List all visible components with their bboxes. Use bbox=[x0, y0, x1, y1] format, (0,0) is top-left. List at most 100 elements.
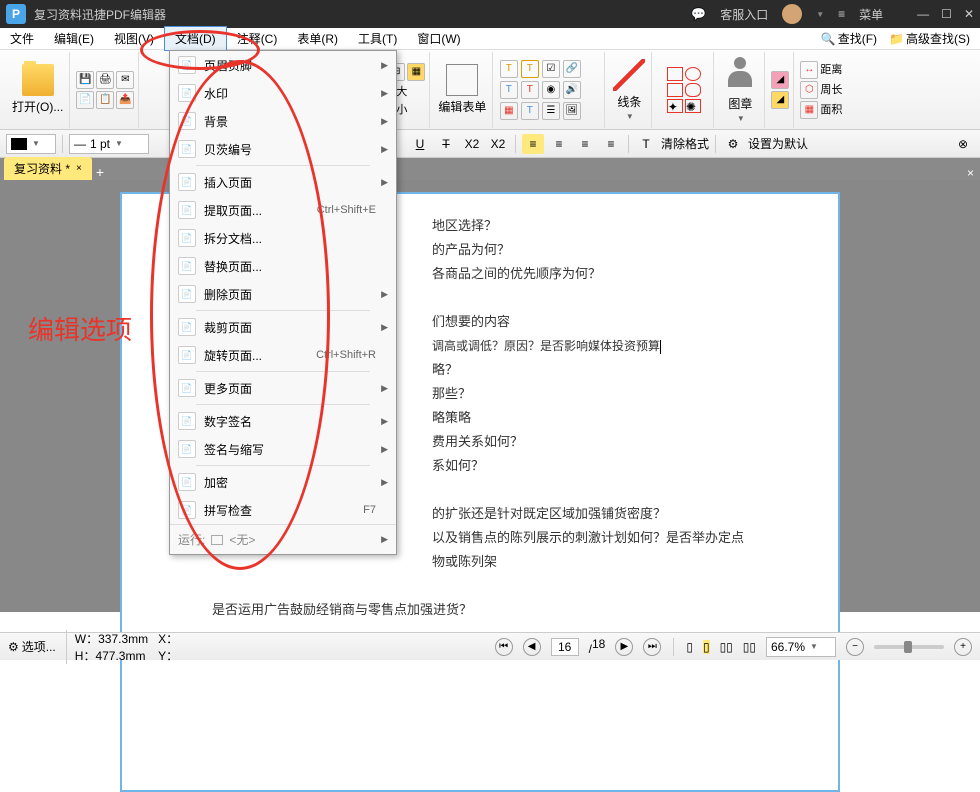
tab-add-button[interactable]: + bbox=[96, 164, 104, 180]
close-button[interactable]: ✕ bbox=[964, 7, 974, 21]
menu-window[interactable]: 窗口(W) bbox=[407, 27, 470, 50]
dropdown-item[interactable]: 📄水印▶ bbox=[170, 79, 396, 107]
underline-button[interactable]: U bbox=[409, 134, 431, 154]
menu-tool[interactable]: 工具(T) bbox=[348, 27, 407, 50]
line-tool[interactable]: 线条▼ bbox=[611, 57, 647, 123]
combo-icon[interactable]: ▦ bbox=[500, 102, 518, 120]
maximize-button[interactable]: ☐ bbox=[941, 7, 952, 21]
dropdown-item[interactable]: 📄插入页面▶ bbox=[170, 168, 396, 196]
list-icon[interactable]: ☰ bbox=[542, 102, 560, 120]
menu-file[interactable]: 文件 bbox=[0, 27, 44, 50]
cloud-icon[interactable] bbox=[685, 83, 701, 97]
find-button[interactable]: 🔍查找(F) bbox=[817, 28, 881, 49]
prev-page-button[interactable]: ◀ bbox=[523, 638, 541, 656]
menu-annotation[interactable]: 注释(C) bbox=[227, 27, 288, 50]
text4-icon[interactable]: T bbox=[521, 102, 539, 120]
eraser-icon[interactable]: ◢ bbox=[771, 71, 789, 89]
tabs-close-all[interactable]: × bbox=[967, 166, 974, 180]
view-facing-cont[interactable]: ▯▯ bbox=[743, 640, 756, 654]
menu-view[interactable]: 视图(V) bbox=[104, 27, 164, 50]
dropdown-run-row[interactable]: 运行: <无> ▶ bbox=[170, 524, 396, 554]
zoom-selector[interactable]: 66.7%▼ bbox=[766, 637, 836, 657]
checkbox-icon[interactable]: ☑ bbox=[542, 60, 560, 78]
main-menu-label[interactable]: 菜单 bbox=[859, 6, 883, 23]
align-right-button[interactable]: ≡ bbox=[574, 134, 596, 154]
dropdown-item[interactable]: 📄页眉页脚▶ bbox=[170, 51, 396, 79]
color-selector[interactable]: ▼ bbox=[6, 134, 56, 154]
page-input[interactable] bbox=[551, 638, 579, 656]
options-button[interactable]: ⚙选项... bbox=[8, 638, 56, 655]
view-facing[interactable]: ▯▯ bbox=[720, 640, 733, 654]
superscript-button[interactable]: X2 bbox=[487, 134, 509, 154]
area-icon[interactable]: ▦ bbox=[800, 101, 818, 119]
save-icon[interactable]: 💾 bbox=[76, 71, 94, 89]
menu-document[interactable]: 文档(D) bbox=[164, 26, 227, 51]
dropdown-item[interactable]: 📄裁剪页面▶ bbox=[170, 313, 396, 341]
clear-format-icon[interactable]: T bbox=[635, 134, 657, 154]
menu-edit[interactable]: 编辑(E) bbox=[44, 27, 104, 50]
dropdown-item[interactable]: 📄删除页面▶ bbox=[170, 280, 396, 308]
align-justify-button[interactable]: ≡ bbox=[600, 134, 622, 154]
dropdown-item[interactable]: 📄贝茨编号▶ bbox=[170, 135, 396, 163]
new-icon[interactable]: 📋 bbox=[96, 91, 114, 109]
editform-button[interactable]: 编辑表单 bbox=[436, 62, 488, 117]
zoom-slider[interactable] bbox=[874, 645, 944, 649]
mail-icon[interactable]: ✉ bbox=[116, 71, 134, 89]
next-page-button[interactable]: ▶ bbox=[615, 638, 633, 656]
link-icon[interactable]: 🔗 bbox=[563, 60, 581, 78]
highlight-icon[interactable]: ◢ bbox=[771, 91, 789, 109]
strike-button[interactable]: T bbox=[435, 134, 457, 154]
sound-icon[interactable]: 🔊 bbox=[563, 81, 581, 99]
dropdown-item[interactable]: 📄拼写检查F7 bbox=[170, 496, 396, 524]
align-center-button[interactable]: ≡ bbox=[548, 134, 570, 154]
view-single[interactable]: ▯ bbox=[686, 640, 693, 654]
tab-active[interactable]: 复习资料 * × bbox=[4, 157, 92, 180]
scan-icon[interactable]: 📄 bbox=[76, 91, 94, 109]
view-continuous[interactable]: ▯ bbox=[703, 640, 710, 654]
star-icon[interactable]: ✦ bbox=[667, 99, 683, 113]
lineweight-selector[interactable]: —1 pt▼ bbox=[69, 134, 149, 154]
clear-format-label[interactable]: 清除格式 bbox=[661, 135, 709, 152]
set-default-label[interactable]: 设置为默认 bbox=[748, 135, 808, 152]
dropdown-item[interactable]: 📄替换页面... bbox=[170, 252, 396, 280]
tab-close-icon[interactable]: × bbox=[76, 163, 82, 174]
minimize-button[interactable]: — bbox=[917, 7, 929, 21]
dropdown-item[interactable]: 📄旋转页面...Ctrl+Shift+R bbox=[170, 341, 396, 369]
dropdown-item[interactable]: 📄加密▶ bbox=[170, 468, 396, 496]
text3-icon[interactable]: T bbox=[521, 81, 539, 99]
rect-icon[interactable] bbox=[667, 67, 683, 81]
menu-form[interactable]: 表单(R) bbox=[287, 27, 348, 50]
dropdown-item[interactable]: 📄数字签名▶ bbox=[170, 407, 396, 435]
open-button[interactable]: 打开(O)... bbox=[10, 62, 65, 117]
main-menu-icon[interactable]: ≡ bbox=[838, 7, 845, 21]
oval-icon[interactable] bbox=[685, 67, 701, 81]
perimeter-icon[interactable]: ⬡ bbox=[800, 81, 818, 99]
distance-icon[interactable]: ↔ bbox=[800, 61, 818, 79]
zoom-out-button[interactable]: − bbox=[846, 638, 864, 656]
text-icon[interactable]: T bbox=[521, 60, 539, 78]
textbox-icon[interactable]: T bbox=[500, 60, 518, 78]
avatar[interactable] bbox=[782, 4, 802, 24]
polygon-icon[interactable] bbox=[667, 83, 683, 97]
advanced-find-button[interactable]: 📁高级查找(S) bbox=[885, 28, 974, 49]
toolbar-close[interactable]: ⊗ bbox=[952, 134, 974, 154]
subscript-button[interactable]: X2 bbox=[461, 134, 483, 154]
radio-icon[interactable]: ◉ bbox=[542, 81, 560, 99]
select-icon[interactable]: ▦ bbox=[407, 63, 425, 81]
dropdown-item[interactable]: 📄签名与缩写▶ bbox=[170, 435, 396, 463]
stamp-tool[interactable]: 图章▼ bbox=[720, 55, 760, 125]
align-left-button[interactable]: ≡ bbox=[522, 134, 544, 154]
text2-icon[interactable]: T bbox=[500, 81, 518, 99]
first-page-button[interactable]: ⏮ bbox=[495, 638, 513, 656]
dropdown-item[interactable]: 📄提取页面...Ctrl+Shift+E bbox=[170, 196, 396, 224]
last-page-button[interactable]: ⏭ bbox=[643, 638, 661, 656]
chat-icon[interactable]: 💬 bbox=[691, 7, 706, 21]
export-icon[interactable]: 📤 bbox=[116, 91, 134, 109]
print-icon[interactable]: 🖨 bbox=[96, 71, 114, 89]
burst-icon[interactable]: ✺ bbox=[685, 99, 701, 113]
set-default-icon[interactable]: ⚙ bbox=[722, 134, 744, 154]
dropdown-item[interactable]: 📄背景▶ bbox=[170, 107, 396, 135]
dropdown-item[interactable]: 📄更多页面▶ bbox=[170, 374, 396, 402]
image-icon[interactable]: 🖼 bbox=[563, 102, 581, 120]
zoom-in-button[interactable]: + bbox=[954, 638, 972, 656]
